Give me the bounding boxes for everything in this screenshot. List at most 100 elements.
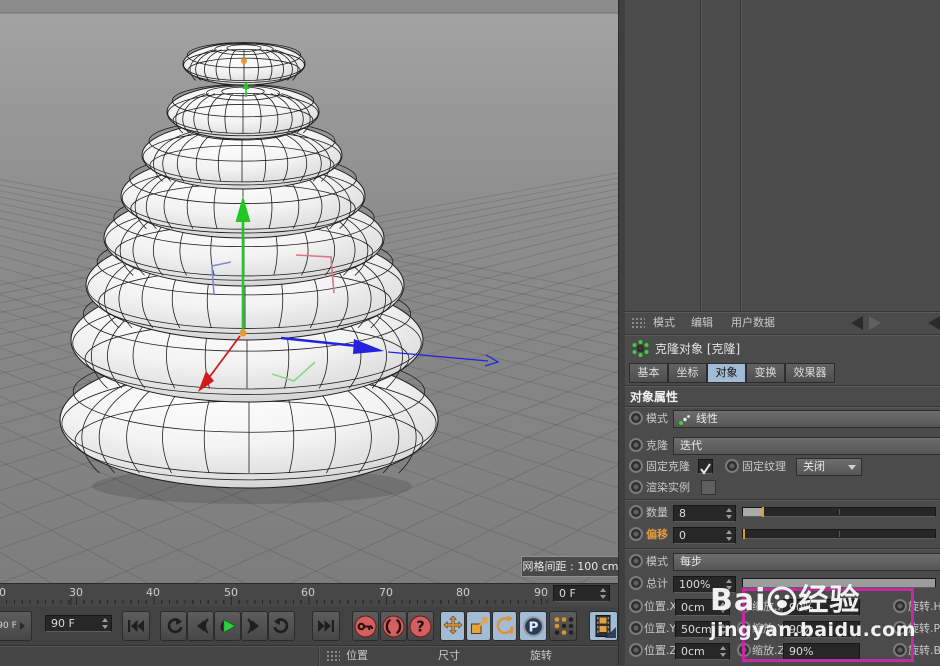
end-frame-field[interactable]: 90 F	[45, 615, 112, 632]
divider	[625, 334, 940, 336]
panel-grip-icon[interactable]	[631, 317, 645, 329]
move-icon	[442, 615, 464, 637]
anim-dot-render-instance[interactable]	[629, 480, 643, 494]
tab-coordinates[interactable]: 坐标	[668, 363, 707, 383]
count-slider-handle[interactable]	[743, 508, 762, 516]
offset-label: 偏移	[646, 526, 668, 544]
history-back-icon	[851, 316, 863, 330]
viewport-3d[interactable]: 网格间距 : 100 cm	[0, 0, 618, 583]
tab-basic[interactable]: 基本	[629, 363, 668, 383]
play-button[interactable]	[214, 611, 241, 641]
record-keyframe-button[interactable]	[352, 611, 379, 641]
count-field[interactable]: 8	[673, 505, 736, 522]
goto-start-button[interactable]	[122, 611, 150, 641]
count-label: 数量	[646, 504, 668, 522]
question-icon: ?	[409, 615, 432, 638]
timeline-ruler[interactable]: 20 30 40 50 60 70 80 90 0 F	[0, 583, 618, 608]
spinner-arrows-icon[interactable]	[101, 616, 110, 631]
fix-clone-checkbox[interactable]	[698, 459, 713, 474]
anim-dot-offset[interactable]	[629, 527, 643, 541]
anim-dot-pos-y[interactable]	[629, 621, 643, 635]
watermark-url: jingyan.baidu.com	[710, 619, 916, 641]
offset-slider-caret	[743, 529, 745, 539]
history-nav-arrows[interactable]	[849, 315, 909, 331]
previous-frame-button[interactable]	[187, 611, 214, 641]
slider-midtick	[839, 531, 840, 537]
mode-dropdown[interactable]: 线性	[673, 410, 940, 428]
range-end-button[interactable]: 90 F	[0, 611, 32, 641]
record-rotation-button[interactable]	[492, 611, 517, 641]
fix-clone-label: 固定克隆	[646, 458, 690, 476]
spinner-arrows-icon[interactable]	[719, 644, 728, 659]
c4d-window: { "colors": { "axis_x": "#cf1d1d", "axis…	[0, 0, 940, 665]
record-scale-button[interactable]	[466, 611, 491, 641]
anim-dot-pos-z[interactable]	[629, 643, 643, 657]
tab-effectors[interactable]: 效果器	[785, 363, 835, 383]
record-parameter-button[interactable]: P	[519, 611, 547, 641]
spinner-arrows-icon[interactable]	[725, 528, 734, 543]
object-title: 克隆对象 [克隆]	[655, 340, 740, 358]
menu-user-data[interactable]: 用户数据	[731, 314, 775, 332]
transport-bar: 90 F 90 F ? P	[0, 607, 618, 645]
clone-dropdown[interactable]: 迭代	[673, 437, 940, 455]
anim-dot-count[interactable]	[629, 505, 643, 519]
anim-dot-total[interactable]	[629, 576, 643, 590]
pos-y-value: 50cm	[681, 623, 712, 636]
range-end-label: 90 F	[0, 621, 17, 631]
fix-texture-dropdown[interactable]: 关闭	[796, 458, 862, 476]
menu-edit[interactable]: 编辑	[691, 314, 713, 332]
section-object-properties: 对象属性	[630, 388, 678, 406]
play-mini-icon	[20, 622, 25, 630]
render-instance-checkbox[interactable]	[701, 480, 716, 495]
count-slider[interactable]	[742, 507, 936, 517]
point-level-animation-button[interactable]	[549, 611, 577, 641]
pos-y-label: 位置.Y	[644, 620, 676, 638]
anim-dot-pos-x[interactable]	[629, 599, 643, 613]
timeline-window-button[interactable]	[589, 611, 618, 641]
parameter-p-icon: P	[522, 615, 545, 638]
step-mode-dropdown[interactable]: 每步	[673, 553, 940, 571]
autokey-icon	[382, 615, 405, 638]
play-backward-loop-button[interactable]	[160, 611, 187, 641]
field-clone-label: 克隆	[646, 437, 668, 455]
anim-dot-clone[interactable]	[629, 438, 643, 452]
anim-dot-mode[interactable]	[629, 411, 643, 425]
tab-object[interactable]: 对象	[707, 363, 746, 383]
history-extra-arrow-icon[interactable]	[925, 315, 940, 331]
panel-grip-icon[interactable]	[326, 650, 340, 662]
grid-spacing-label: 网格间距 : 100 cm	[521, 556, 618, 577]
clone-value: 迭代	[680, 439, 702, 452]
record-key-icon	[354, 615, 377, 638]
ruler-minor-ticks	[0, 600, 548, 604]
viewport-canvas[interactable]	[0, 0, 618, 583]
pos-z-field[interactable]: 0cm	[675, 643, 730, 660]
history-forward-icon	[869, 316, 881, 330]
record-position-button[interactable]	[440, 611, 465, 641]
current-frame-field[interactable]: 0 F	[553, 585, 610, 602]
slider-midtick	[839, 509, 840, 515]
next-frame-button[interactable]	[241, 611, 268, 641]
coord-size-label: 尺寸	[438, 647, 460, 665]
filmstrip-icon	[592, 614, 616, 638]
goto-end-button[interactable]	[312, 611, 340, 641]
menu-mode[interactable]: 模式	[653, 314, 675, 332]
tab-transform[interactable]: 变换	[746, 363, 785, 383]
next-frame-icon	[246, 618, 264, 634]
anim-dot-fix-texture[interactable]	[725, 459, 739, 473]
pos-x-label: 位置.X	[644, 598, 677, 616]
loop-forward-icon	[273, 618, 291, 634]
anim-dot-step-mode[interactable]	[629, 554, 643, 568]
keyframe-selection-button[interactable]: ?	[407, 611, 434, 641]
clone-object-icon	[632, 340, 649, 357]
anim-dot-fix-clone[interactable]	[629, 459, 643, 473]
divider	[625, 385, 940, 387]
autokey-button[interactable]	[380, 611, 407, 641]
divider	[625, 311, 940, 313]
offset-field[interactable]: 0	[673, 527, 736, 544]
spinner-arrows-icon[interactable]	[599, 586, 608, 601]
offset-slider[interactable]	[742, 529, 936, 539]
render-instance-label: 渲染实例	[646, 479, 690, 497]
play-forward-loop-button[interactable]	[268, 611, 295, 641]
count-slider-caret	[762, 507, 764, 517]
spinner-arrows-icon[interactable]	[725, 506, 734, 521]
